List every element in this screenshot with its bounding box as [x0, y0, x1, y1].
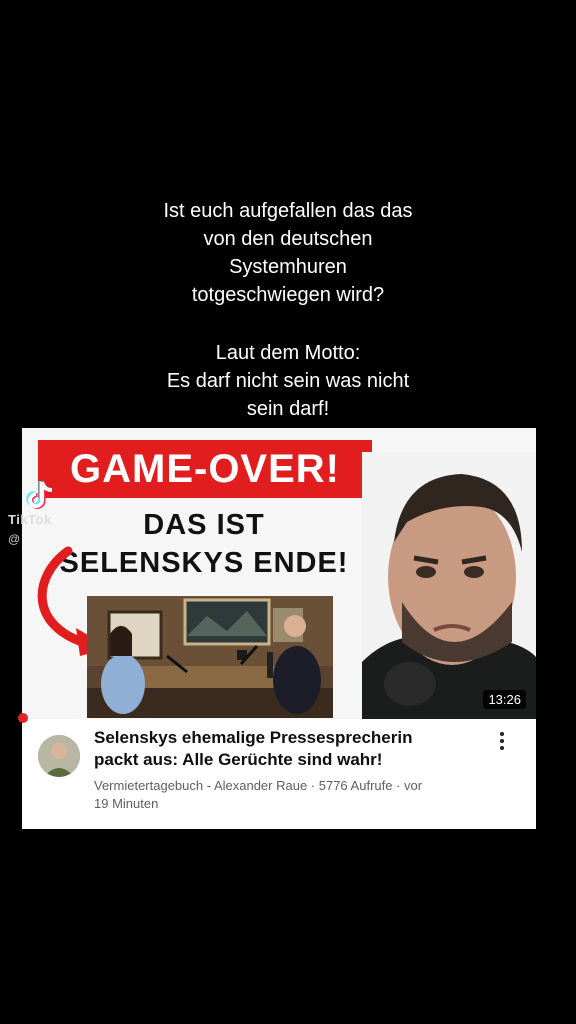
interview-scene-image — [87, 596, 333, 718]
video-title[interactable]: Selenskys ehemalige Pressesprecherin pac… — [94, 727, 474, 771]
caption-line: Laut dem Motto: — [215, 342, 361, 364]
caption-line: Systemhuren — [229, 256, 347, 278]
man-portrait-image — [362, 452, 536, 719]
video-thumbnail[interactable]: GAME-OVER! DAS IST SELENSKYS ENDE! 13:26 — [22, 428, 536, 719]
channel-avatar[interactable] — [38, 735, 80, 777]
video-duration: 13:26 — [483, 690, 526, 709]
headline-line: DAS IST — [143, 509, 265, 541]
caption-block-2: Laut dem Motto: Es darf nicht sein was n… — [0, 339, 576, 423]
video-metadata-line: Vermietertagebuch - Alexander Raue · 577… — [94, 778, 423, 793]
caption-block-1: Ist euch aufgefallen das das von den deu… — [0, 197, 576, 309]
watermark-brand: TikTok — [8, 512, 52, 527]
video-card[interactable]: GAME-OVER! DAS IST SELENSKYS ENDE! 13:26… — [22, 428, 536, 829]
caption-line: Es darf nicht sein was nicht — [166, 370, 410, 392]
video-meta: Selenskys ehemalige Pressesprecherin pac… — [22, 719, 536, 829]
more-options-icon[interactable] — [492, 729, 512, 757]
caption-line: totgeschwiegen wird? — [191, 284, 385, 306]
video-title-line: packt aus: Alle Gerüchte sind wahr! — [94, 750, 383, 769]
watermark-handle: @ — [8, 532, 21, 546]
caption-line: Ist euch aufgefallen das das — [163, 200, 413, 222]
caption-line: von den deutschen — [203, 228, 373, 250]
record-indicator-dot — [18, 713, 28, 723]
video-title-line: Selenskys ehemalige Pressesprecherin — [94, 728, 413, 747]
tiktok-logo-icon — [26, 481, 53, 509]
thumbnail-banner: GAME-OVER! — [38, 440, 372, 498]
video-metadata-line: 19 Minuten — [94, 796, 159, 811]
tiktok-watermark: TikTok @ — [4, 478, 84, 558]
caption-line: sein darf! — [246, 398, 330, 420]
video-metadata: Vermietertagebuch - Alexander Raue · 577… — [94, 777, 494, 813]
